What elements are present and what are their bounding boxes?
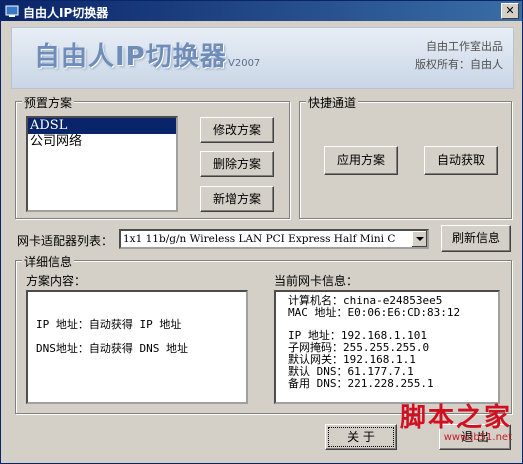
- adapter-label: 网卡适配器列表：: [17, 234, 114, 248]
- delete-preset-button[interactable]: 删除方案: [200, 151, 274, 177]
- banner: 自由人IP切换器 V2007 自由工作室出品 版权所有：自由人: [11, 27, 514, 89]
- banner-credit: 自由工作室出品: [426, 40, 503, 53]
- info-line: IP 地址：192.168.1.101: [288, 329, 427, 342]
- info-line: 默认网关：192.168.1.1: [288, 353, 416, 366]
- close-button[interactable]: ✕: [501, 3, 519, 19]
- banner-logo: 自由人IP切换器: [34, 42, 227, 72]
- banner-version: V2007: [228, 58, 261, 69]
- app-window: 自由人IP切换器 ✕ 自由人IP切换器 V2007 自由工作室出品 版权所有：自…: [0, 0, 523, 464]
- modify-preset-button[interactable]: 修改方案: [200, 117, 274, 143]
- chevron-down-icon[interactable]: [411, 231, 427, 247]
- watermark: 脚本之家 www.jb51.net: [400, 397, 512, 443]
- banner-copyright: 版权所有：自由人: [415, 58, 503, 71]
- current-info-label: 当前网卡信息：: [274, 274, 359, 288]
- details-group: 详细信息 方案内容： IP 地址：自动获得 IP 地址 DNS地址：自动获得 D…: [15, 253, 512, 414]
- refresh-info-button[interactable]: 刷新信息: [441, 225, 511, 252]
- info-line: 计算机名：china-e24853ee5: [288, 294, 443, 307]
- auto-obtain-button[interactable]: 自动获取: [424, 146, 498, 175]
- watermark-title: 脚本之家: [399, 403, 512, 433]
- plan-content-label: 方案内容：: [26, 274, 87, 288]
- presets-group: 预置方案 ADSL 公司网络 修改方案 删除方案 新增方案: [15, 94, 290, 219]
- quick-group: 快捷通道 应用方案 自动获取: [299, 94, 512, 219]
- plan-content-panel: IP 地址：自动获得 IP 地址 DNS地址：自动获得 DNS 地址: [26, 290, 248, 404]
- info-line: 备用 DNS：221.228.255.1: [288, 377, 434, 390]
- info-line: 默认 DNS：61.177.7.1: [288, 365, 414, 378]
- adapter-select-value: 1x1 11b/g/n Wireless LAN PCI Express Hal…: [123, 233, 396, 245]
- preset-item-company[interactable]: 公司网络: [28, 134, 176, 150]
- window-title: 自由人IP切换器: [23, 6, 109, 20]
- current-info-panel: 计算机名：china-e24853ee5 MAC 地址：E0:06:E6:CD:…: [274, 290, 500, 404]
- app-icon: [5, 5, 19, 17]
- presets-group-label: 预置方案: [22, 94, 75, 111]
- info-line: 子网掩码：255.255.255.0: [288, 341, 430, 354]
- apply-preset-button[interactable]: 应用方案: [324, 146, 398, 175]
- info-line: MAC 地址：E0:06:E6:CD:83:12: [288, 306, 461, 319]
- presets-list[interactable]: ADSL 公司网络: [26, 116, 178, 212]
- title-bar[interactable]: 自由人IP切换器 ✕: [1, 1, 522, 21]
- about-button[interactable]: 关 于: [325, 424, 397, 450]
- add-preset-button[interactable]: 新增方案: [200, 186, 274, 212]
- quick-group-label: 快捷通道: [306, 94, 359, 111]
- plan-line: DNS地址：自动获得 DNS 地址: [36, 342, 188, 355]
- plan-line: IP 地址：自动获得 IP 地址: [36, 318, 182, 331]
- details-group-label: 详细信息: [22, 253, 75, 270]
- preset-item-adsl[interactable]: ADSL: [28, 118, 176, 134]
- adapter-select[interactable]: 1x1 11b/g/n Wireless LAN PCI Express Hal…: [119, 229, 429, 249]
